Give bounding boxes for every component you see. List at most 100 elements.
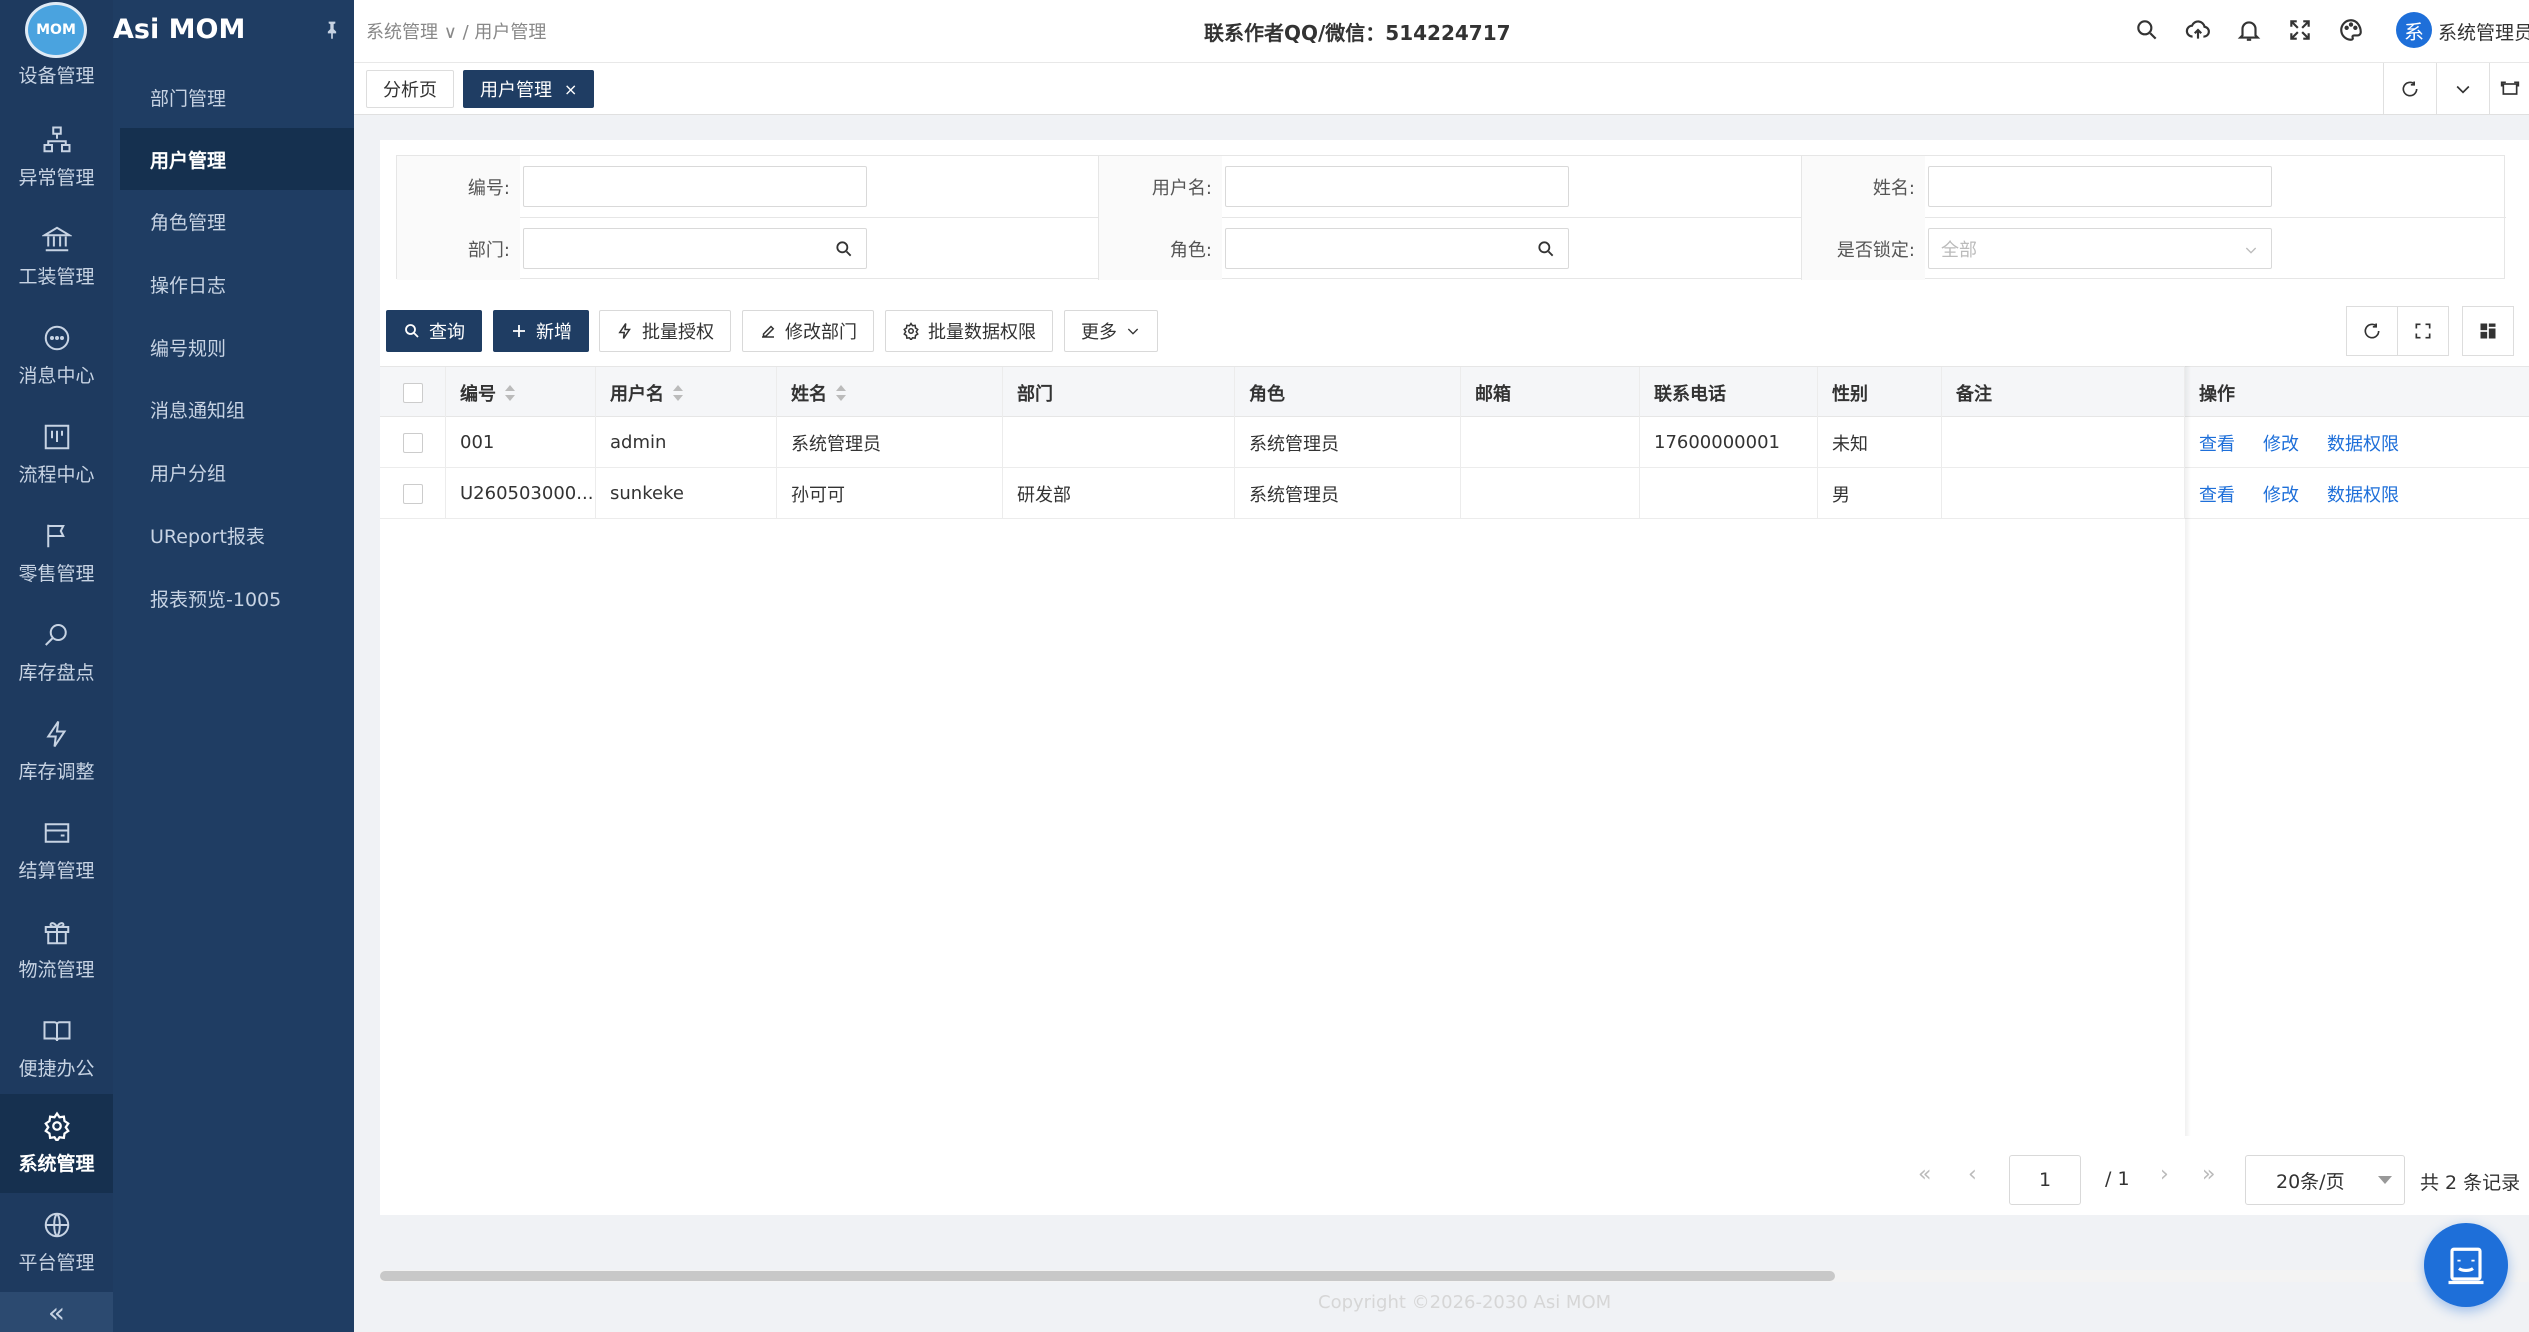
sub-item-users[interactable]: 用户管理 bbox=[120, 128, 354, 190]
col-name[interactable]: 姓名 bbox=[777, 367, 1003, 418]
sub-item-numbering[interactable]: 编号规则 bbox=[120, 316, 354, 378]
more-button[interactable]: 更多 bbox=[1064, 310, 1158, 352]
row-checkbox[interactable] bbox=[402, 432, 423, 453]
fullscreen-icon[interactable] bbox=[2287, 17, 2313, 43]
rail-item-platform[interactable]: 平台管理 bbox=[0, 1193, 113, 1292]
filter-cell-dept: 部门: bbox=[397, 218, 1099, 280]
rail-item-settlement[interactable]: 结算管理 bbox=[0, 801, 113, 900]
column-settings-button[interactable] bbox=[2462, 306, 2514, 356]
data-perm-link[interactable]: 数据权限 bbox=[2327, 481, 2399, 507]
rail-item-message[interactable]: 消息中心 bbox=[0, 306, 113, 405]
tab-menu-button[interactable] bbox=[2436, 63, 2489, 115]
rail-item-system[interactable]: 系统管理 bbox=[0, 1094, 113, 1193]
rail-item-stock-adjust[interactable]: 库存调整 bbox=[0, 702, 113, 801]
sub-item-notify-group[interactable]: 消息通知组 bbox=[120, 378, 354, 440]
sub-item-label: 角色管理 bbox=[150, 211, 227, 234]
view-link[interactable]: 查看 bbox=[2199, 481, 2235, 507]
cell-gender: 男 bbox=[1818, 468, 1942, 519]
breadcrumb[interactable]: 系统管理 ∨ / 用户管理 bbox=[366, 18, 546, 44]
tab-user-management[interactable]: 用户管理 × bbox=[463, 70, 595, 108]
data-perm-link[interactable]: 数据权限 bbox=[2327, 430, 2399, 456]
batch-data-perm-button[interactable]: 批量数据权限 bbox=[885, 310, 1053, 352]
filter-cell-name: 姓名: bbox=[1802, 156, 2506, 218]
page-size-select[interactable]: 20条/页 bbox=[2245, 1155, 2405, 1205]
palette-icon[interactable] bbox=[2338, 17, 2364, 43]
cell-gender: 未知 bbox=[1818, 417, 1942, 468]
first-page-icon[interactable]: « bbox=[1918, 1162, 1931, 1187]
sub-item-user-group[interactable]: 用户分组 bbox=[120, 441, 354, 503]
search-icon[interactable] bbox=[1536, 239, 1556, 259]
close-icon[interactable]: × bbox=[564, 80, 577, 99]
rail-item-equipment[interactable]: 设备管理 bbox=[0, 12, 113, 90]
flag-icon bbox=[46, 524, 65, 548]
prev-page-icon[interactable]: ‹ bbox=[1968, 1162, 1977, 1187]
last-page-icon[interactable]: » bbox=[2202, 1162, 2215, 1187]
edit-link[interactable]: 修改 bbox=[2263, 481, 2299, 507]
rail-item-retail[interactable]: 零售管理 bbox=[0, 504, 113, 603]
table-fullscreen-button[interactable] bbox=[2397, 306, 2449, 356]
rail-item-logistics[interactable]: 物流管理 bbox=[0, 900, 113, 999]
scrollbar-thumb[interactable] bbox=[380, 1271, 1835, 1281]
refresh-table-button[interactable] bbox=[2346, 306, 2398, 356]
cell-remark bbox=[1942, 468, 2185, 519]
select-all-checkbox[interactable] bbox=[402, 382, 423, 403]
user-name[interactable]: 系统管理员 bbox=[2438, 18, 2529, 45]
cloud-upload-icon[interactable] bbox=[2185, 17, 2211, 43]
rail-item-label: 结算管理 bbox=[18, 860, 95, 882]
table-row[interactable]: U260503000... sunkeke 孙可可 研发部 系统管理员 男 查看… bbox=[380, 468, 2529, 519]
role-picker[interactable] bbox=[1225, 228, 1569, 269]
total-pages: / 1 bbox=[2105, 1168, 2130, 1190]
search-icon[interactable] bbox=[2134, 17, 2160, 43]
sort-icon[interactable] bbox=[504, 384, 516, 402]
col-actions: 操作 bbox=[2185, 367, 2529, 418]
sub-item-report-preview[interactable]: 报表预览-1005 bbox=[120, 567, 354, 629]
locked-select-value: 全部 bbox=[1941, 239, 1977, 261]
sort-icon[interactable] bbox=[835, 384, 847, 402]
batch-auth-button[interactable]: 批量授权 bbox=[599, 310, 731, 352]
col-code[interactable]: 编号 bbox=[446, 367, 596, 418]
sub-item-roles[interactable]: 角色管理 bbox=[120, 190, 354, 252]
bank-icon bbox=[41, 226, 72, 252]
rail-item-workflow[interactable]: 流程中心 bbox=[0, 405, 113, 504]
add-button[interactable]: 新增 bbox=[493, 310, 589, 352]
sub-item-ureport[interactable]: UReport报表 bbox=[120, 504, 354, 566]
rail-item-stocktake[interactable]: 库存盘点 bbox=[0, 603, 113, 702]
sort-icon[interactable] bbox=[672, 384, 684, 402]
rail-item-office[interactable]: 便捷办公 bbox=[0, 999, 113, 1098]
content-card: 编号: 用户名: 姓名: 部门: 角色: 是否锁定: 全部 查询 新增 批量授权… bbox=[380, 140, 2529, 1282]
sub-item-oplog[interactable]: 操作日志 bbox=[120, 253, 354, 315]
tab-fullscreen-button[interactable] bbox=[2489, 63, 2529, 115]
change-dept-button[interactable]: 修改部门 bbox=[742, 310, 874, 352]
row-checkbox[interactable] bbox=[402, 483, 423, 504]
pin-icon[interactable] bbox=[322, 18, 342, 42]
cell-remark bbox=[1942, 417, 2185, 468]
locked-select[interactable]: 全部 bbox=[1928, 228, 2272, 269]
refresh-tab-button[interactable] bbox=[2383, 63, 2436, 115]
edit-link[interactable]: 修改 bbox=[2263, 430, 2299, 456]
page-input[interactable]: 1 bbox=[2009, 1155, 2081, 1205]
horizontal-scrollbar[interactable] bbox=[380, 1270, 2529, 1282]
collapse-sidebar-button[interactable]: « bbox=[0, 1292, 113, 1332]
query-button[interactable]: 查询 bbox=[386, 310, 482, 352]
view-link[interactable]: 查看 bbox=[2199, 430, 2235, 456]
code-input[interactable] bbox=[523, 166, 867, 207]
col-label: 用户名 bbox=[610, 383, 664, 405]
book-icon bbox=[43, 1021, 70, 1042]
rail-item-label: 流程中心 bbox=[18, 464, 95, 486]
sub-item-dept[interactable]: 部门管理 bbox=[120, 66, 354, 128]
avatar[interactable]: 系 bbox=[2396, 12, 2432, 48]
tab-analysis[interactable]: 分析页 bbox=[366, 70, 454, 108]
dept-picker[interactable] bbox=[523, 228, 867, 269]
username-input[interactable] bbox=[1225, 166, 1569, 207]
table-row[interactable]: 001 admin 系统管理员 系统管理员 17600000001 未知 查看 … bbox=[380, 417, 2529, 468]
search-icon[interactable] bbox=[834, 239, 854, 259]
tab-label: 分析页 bbox=[383, 80, 437, 101]
next-page-icon[interactable]: › bbox=[2160, 1162, 2169, 1187]
rail-item-tooling[interactable]: 工装管理 bbox=[0, 207, 113, 306]
name-input[interactable] bbox=[1928, 166, 2272, 207]
query-label: 查询 bbox=[429, 322, 465, 343]
col-username[interactable]: 用户名 bbox=[596, 367, 777, 418]
bell-icon[interactable] bbox=[2236, 17, 2262, 43]
rail-item-exception[interactable]: 异常管理 bbox=[0, 108, 113, 207]
assistant-button[interactable] bbox=[2424, 1223, 2508, 1307]
